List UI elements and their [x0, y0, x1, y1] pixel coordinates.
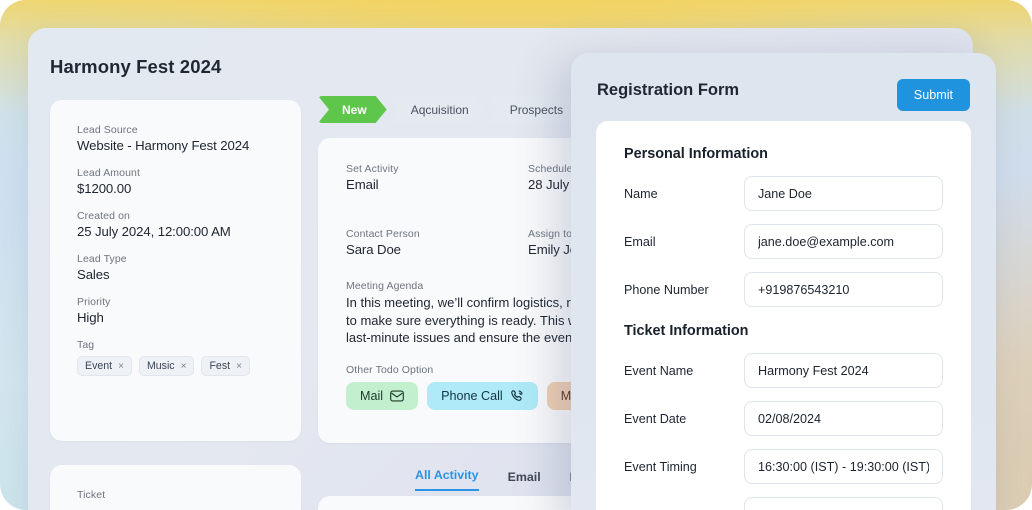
field-lead-source: Lead Source Website - Harmony Fest 2024	[77, 124, 274, 153]
ticket-card-label: Ticket	[77, 489, 106, 501]
field-label: Contact Person	[346, 228, 420, 240]
field-label: Lead Type	[77, 253, 127, 265]
tag-label: Fest	[209, 360, 231, 372]
field-label: Priority	[77, 296, 111, 308]
pipeline-stages: New Aqcuisition Prospects	[318, 96, 582, 123]
field-label: Lead Amount	[77, 167, 140, 179]
section-title-personal-information: Personal Information	[624, 146, 768, 162]
field-value: Website - Harmony Fest 2024	[77, 138, 250, 153]
field-label: Tag	[77, 339, 95, 351]
field-value: 25 July 2024, 12:00:00 AM	[77, 224, 231, 239]
pipeline-stage-aqcuisition[interactable]: Aqcuisition	[389, 96, 486, 123]
form-label: Event Name	[624, 363, 694, 378]
form-label: Phone Number	[624, 282, 709, 297]
pipeline-stage-prospects[interactable]: Prospects	[488, 96, 580, 123]
tag-label: Music	[146, 360, 175, 372]
field-lead-amount: Lead Amount $1200.00	[77, 167, 274, 196]
field-value: Sara Doe	[346, 242, 401, 257]
field-created-on: Created on 25 July 2024, 12:00:00 AM	[77, 210, 274, 239]
tab-email[interactable]: Email	[508, 470, 541, 491]
registration-form-title: Registration Form	[597, 81, 740, 99]
field-value: Sales	[77, 267, 110, 282]
phone-icon	[510, 389, 524, 403]
tag-chip[interactable]: Fest ×	[201, 356, 250, 376]
close-icon[interactable]: ×	[236, 361, 242, 372]
field-value: Email	[346, 177, 379, 192]
field-label: Set Activity	[346, 163, 399, 175]
form-row-phone-number: Phone Number	[624, 272, 943, 307]
todo-chip-label: Phone Call	[441, 388, 503, 403]
field-value: High	[77, 310, 104, 325]
todo-chip-label: Mail	[360, 388, 384, 403]
event-date-input[interactable]	[744, 401, 943, 436]
section-title-ticket-information: Ticket Information	[624, 323, 749, 339]
todo-chip-mail[interactable]: Mail	[346, 381, 419, 410]
next-field-input[interactable]	[744, 497, 943, 510]
field-value: $1200.00	[77, 181, 132, 196]
name-input[interactable]	[744, 176, 943, 211]
tab-all-activity[interactable]: All Activity	[415, 468, 479, 491]
form-row-next-field	[624, 497, 943, 510]
event-name-input[interactable]	[744, 353, 943, 388]
registration-form-card: Personal Information Name Email Phone Nu…	[596, 121, 971, 510]
close-icon[interactable]: ×	[118, 361, 124, 372]
tag-label: Event	[85, 360, 113, 372]
event-timing-input[interactable]	[744, 449, 943, 484]
ticket-card: Ticket	[50, 465, 301, 510]
form-label: Event Timing	[624, 459, 697, 474]
field-set-activity: Set Activity Email	[346, 163, 528, 192]
form-row-event-timing: Event Timing	[624, 449, 943, 484]
form-label: Email	[624, 234, 656, 249]
field-tags: Tag Event × Music × Fest ×	[77, 339, 274, 376]
envelope-icon	[390, 389, 404, 402]
form-label: Name	[624, 186, 658, 201]
tag-chip[interactable]: Event ×	[77, 356, 132, 376]
close-icon[interactable]: ×	[181, 361, 187, 372]
email-input[interactable]	[744, 224, 943, 259]
form-row-name: Name	[624, 176, 943, 211]
lead-details-card: Lead Source Website - Harmony Fest 2024 …	[50, 100, 301, 441]
todo-chip-phone-call[interactable]: Phone Call	[427, 381, 538, 410]
field-contact-person: Contact Person Sara Doe	[346, 228, 528, 257]
page-title: Harmony Fest 2024	[50, 56, 222, 77]
field-lead-type: Lead Type Sales	[77, 253, 274, 282]
page-backdrop: Harmony Fest 2024 Lead Source Website - …	[0, 0, 1032, 510]
registration-form-header: Registration Form Submit	[571, 53, 996, 125]
tag-list: Event × Music × Fest ×	[77, 356, 274, 376]
pipeline-stage-new[interactable]: New	[318, 96, 387, 123]
registration-form-panel: Registration Form Submit Personal Inform…	[571, 53, 996, 510]
phone-number-input[interactable]	[744, 272, 943, 307]
field-label: Lead Source	[77, 124, 138, 136]
tag-chip[interactable]: Music ×	[138, 356, 195, 376]
field-priority: Priority High	[77, 296, 274, 325]
form-label: Event Date	[624, 411, 687, 426]
form-row-event-date: Event Date	[624, 401, 943, 436]
field-label: Created on	[77, 210, 130, 222]
form-row-email: Email	[624, 224, 943, 259]
form-row-event-name: Event Name	[624, 353, 943, 388]
submit-button[interactable]: Submit	[896, 79, 970, 111]
